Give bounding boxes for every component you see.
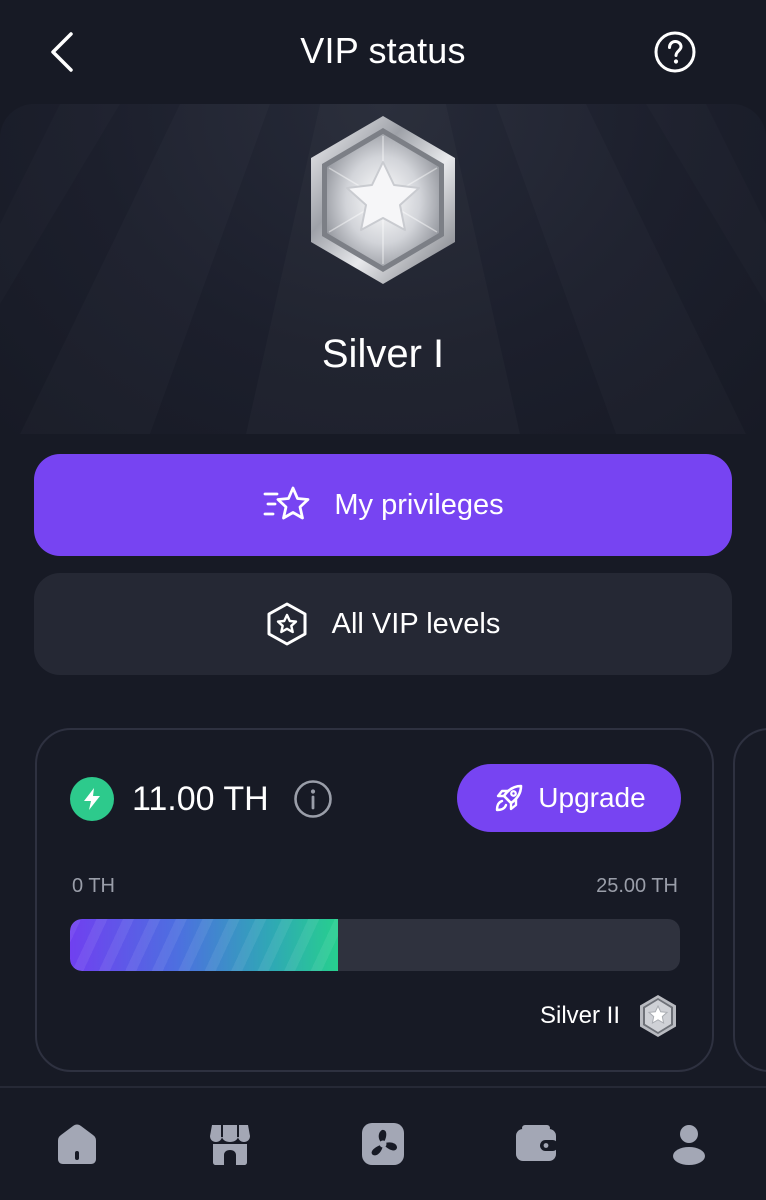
- all-vip-levels-label: All VIP levels: [331, 607, 501, 640]
- vip-level-name: Silver I: [321, 332, 445, 376]
- header: VIP status: [0, 0, 766, 104]
- question-circle-icon: [654, 31, 696, 73]
- progress-track: [70, 919, 680, 971]
- wallet-icon: [516, 1125, 559, 1161]
- lightning-icon: [70, 777, 114, 821]
- next-level-name: Silver II: [539, 1002, 620, 1029]
- rocket-icon: [496, 784, 523, 812]
- next-level: Silver II: [540, 994, 678, 1038]
- progress-max-label: 25.00 TH: [596, 875, 678, 897]
- vip-status-screen: VIP status Silver I My privileges All VI…: [0, 0, 766, 1200]
- nav-store[interactable]: [153, 1088, 306, 1200]
- silver-badge-icon: [640, 995, 676, 1037]
- mining-fan-icon: [362, 1123, 404, 1165]
- hero-section: Silver I: [0, 104, 766, 434]
- next-card-peek[interactable]: [733, 728, 766, 1072]
- hashrate-row: 11.00 TH: [70, 775, 333, 823]
- profile-icon: [673, 1125, 706, 1165]
- help-button[interactable]: [654, 31, 696, 73]
- my-privileges-button[interactable]: My privileges: [34, 454, 732, 556]
- hashrate-progress-card: 11.00 TH Upgrade 0 TH 25.00 TH Silver II: [35, 728, 714, 1072]
- upgrade-label: Upgrade: [538, 782, 646, 813]
- bottom-nav: [0, 1088, 766, 1200]
- store-icon: [209, 1125, 250, 1165]
- progress-fill: [70, 919, 339, 971]
- silver-star-badge-icon: [311, 116, 455, 284]
- nav-home[interactable]: [0, 1088, 153, 1200]
- hashrate-value: 11.00 TH: [132, 779, 269, 818]
- page-title: VIP status: [300, 30, 466, 71]
- progress-min-label: 0 TH: [72, 875, 115, 897]
- info-icon[interactable]: [293, 779, 333, 819]
- hexagon-star-icon: [267, 602, 307, 646]
- nav-profile[interactable]: [613, 1088, 766, 1200]
- star-speed-icon: [263, 486, 310, 520]
- my-privileges-label: My privileges: [334, 488, 504, 521]
- all-vip-levels-button[interactable]: All VIP levels: [34, 573, 732, 675]
- home-icon: [57, 1124, 96, 1164]
- nav-mining[interactable]: [306, 1088, 459, 1200]
- nav-wallet[interactable]: [460, 1088, 613, 1200]
- upgrade-button[interactable]: Upgrade: [457, 764, 681, 832]
